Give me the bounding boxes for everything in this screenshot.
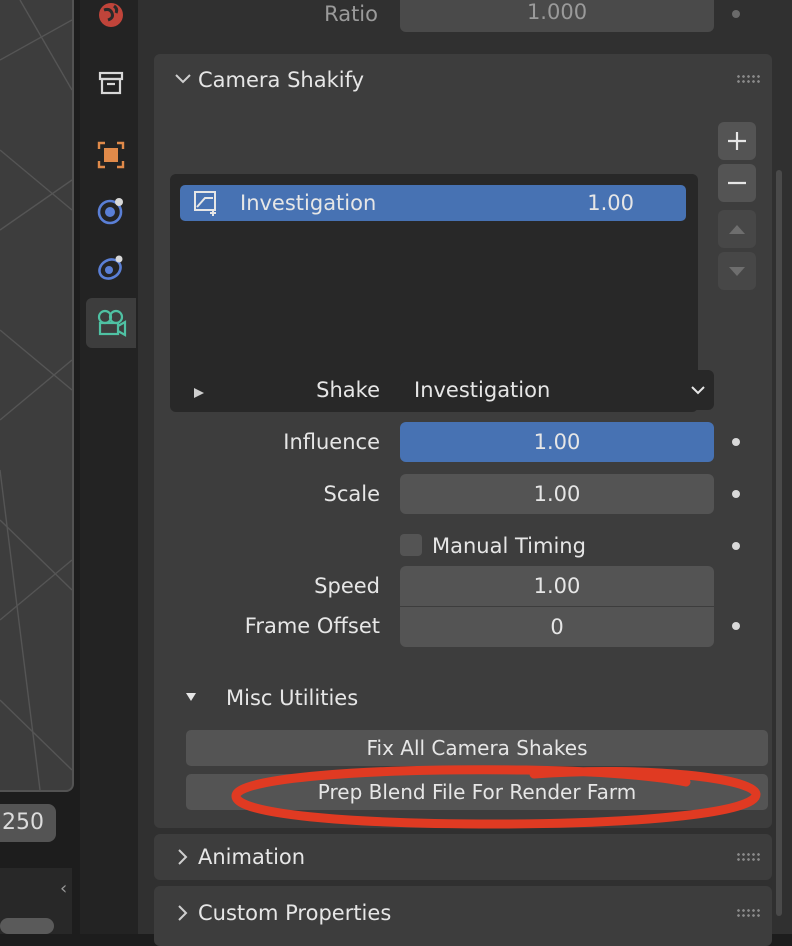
list-item-name: Investigation <box>240 191 377 215</box>
panel-title: Custom Properties <box>198 901 392 925</box>
3d-viewport[interactable] <box>0 0 74 792</box>
ratio-keyframe-dot[interactable] <box>732 10 740 18</box>
tab-world[interactable] <box>86 0 136 40</box>
world-icon <box>99 3 123 27</box>
camera-shakify-panel: Camera Shakify Investigation 1.00 Shake … <box>154 54 772 828</box>
custom-properties-header[interactable]: Custom Properties <box>154 886 772 938</box>
chevron-down-icon <box>175 74 191 84</box>
tab-collection[interactable] <box>86 58 136 108</box>
manual-timing-label: Manual Timing <box>432 534 586 558</box>
frame-offset-label: Frame Offset <box>244 614 380 638</box>
properties-scrollbar[interactable] <box>776 170 782 916</box>
speed-field[interactable]: 1.00 <box>400 566 714 606</box>
physics-icon <box>97 198 123 225</box>
drag-grip-icon[interactable] <box>736 74 760 84</box>
animation-panel[interactable]: Animation <box>154 834 772 880</box>
animation-header[interactable]: Animation <box>154 834 772 880</box>
object-icon <box>97 141 125 169</box>
remove-shake-button[interactable] <box>718 164 756 202</box>
prep-blend-file-button[interactable]: Prep Blend File For Render Farm <box>186 774 768 810</box>
constraint-icon <box>98 255 123 280</box>
ratio-field[interactable]: 1.000 <box>400 0 714 32</box>
tab-camera-data[interactable] <box>86 298 136 348</box>
timeline-scrollbar[interactable] <box>0 918 54 934</box>
frame-offset-keyframe-dot[interactable] <box>732 622 740 630</box>
shake-label: Shake <box>316 378 380 402</box>
list-item-value: 1.00 <box>587 191 634 215</box>
manual-timing-keyframe-dot[interactable] <box>732 542 740 550</box>
shake-dropdown[interactable]: Investigation <box>400 370 714 410</box>
ratio-label: Ratio <box>324 2 378 26</box>
tab-constraints[interactable] <box>86 242 136 292</box>
camera-icon <box>97 309 127 337</box>
panel-title: Camera Shakify <box>198 68 365 92</box>
shake-dropdown-value: Investigation <box>414 378 551 402</box>
tab-physics[interactable] <box>86 186 136 236</box>
plus-icon <box>728 132 746 150</box>
camera-shakify-header[interactable]: Camera Shakify <box>154 54 772 106</box>
influence-keyframe-dot[interactable] <box>732 438 740 446</box>
triangle-down-icon <box>729 267 745 276</box>
scale-keyframe-dot[interactable] <box>732 490 740 498</box>
chevron-right-icon <box>178 905 188 921</box>
timeline-area: ‹ <box>0 868 72 934</box>
custom-properties-panel[interactable]: Custom Properties <box>154 886 772 946</box>
panel-title: Animation <box>198 845 306 869</box>
triangle-down-icon[interactable] <box>184 690 198 704</box>
tab-object[interactable] <box>86 130 136 180</box>
frame-offset-field[interactable]: 0 <box>400 607 714 647</box>
influence-slider[interactable]: 1.00 <box>400 422 714 462</box>
drag-grip-icon[interactable] <box>736 852 760 862</box>
scale-label: Scale <box>323 482 381 506</box>
move-down-button[interactable] <box>718 252 756 290</box>
influence-label: Influence <box>283 430 380 454</box>
frame-end-field[interactable]: 250 <box>0 804 56 842</box>
list-item[interactable]: Investigation 1.00 <box>180 185 686 221</box>
manual-timing-checkbox[interactable] <box>400 534 422 556</box>
chevron-down-icon <box>691 386 705 395</box>
properties-tab-strip <box>80 0 138 934</box>
archive-box-icon <box>98 71 124 95</box>
viewport-grid <box>0 0 72 790</box>
minus-icon <box>728 181 746 185</box>
shake-curve-icon <box>194 191 216 216</box>
scale-field[interactable]: 1.00 <box>400 474 714 514</box>
chevron-left-icon[interactable]: ‹ <box>60 878 67 899</box>
drag-grip-icon[interactable] <box>736 908 760 918</box>
speed-label: Speed <box>314 574 380 598</box>
chevron-right-icon <box>178 849 188 865</box>
misc-utilities-title[interactable]: Misc Utilities <box>226 680 358 716</box>
move-up-button[interactable] <box>718 210 756 248</box>
add-shake-button[interactable] <box>718 122 756 160</box>
fix-all-camera-shakes-button[interactable]: Fix All Camera Shakes <box>186 730 768 766</box>
triangle-up-icon <box>729 225 745 234</box>
properties-editor: Ratio 1.000 Camera Shakify Investigation… <box>138 0 792 946</box>
